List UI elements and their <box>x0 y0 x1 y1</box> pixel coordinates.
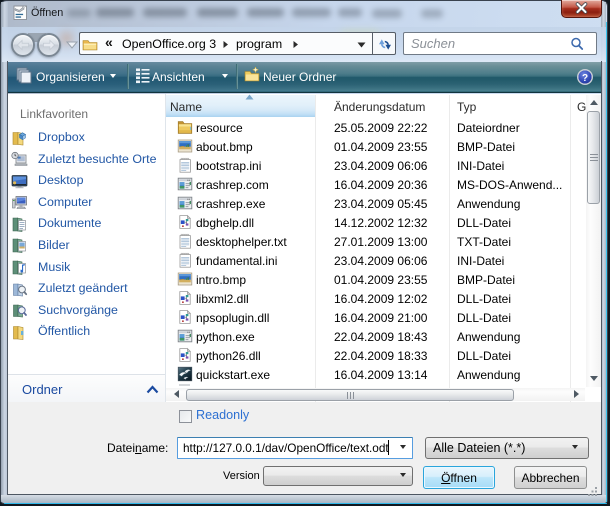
svg-text:?: ? <box>582 73 588 84</box>
